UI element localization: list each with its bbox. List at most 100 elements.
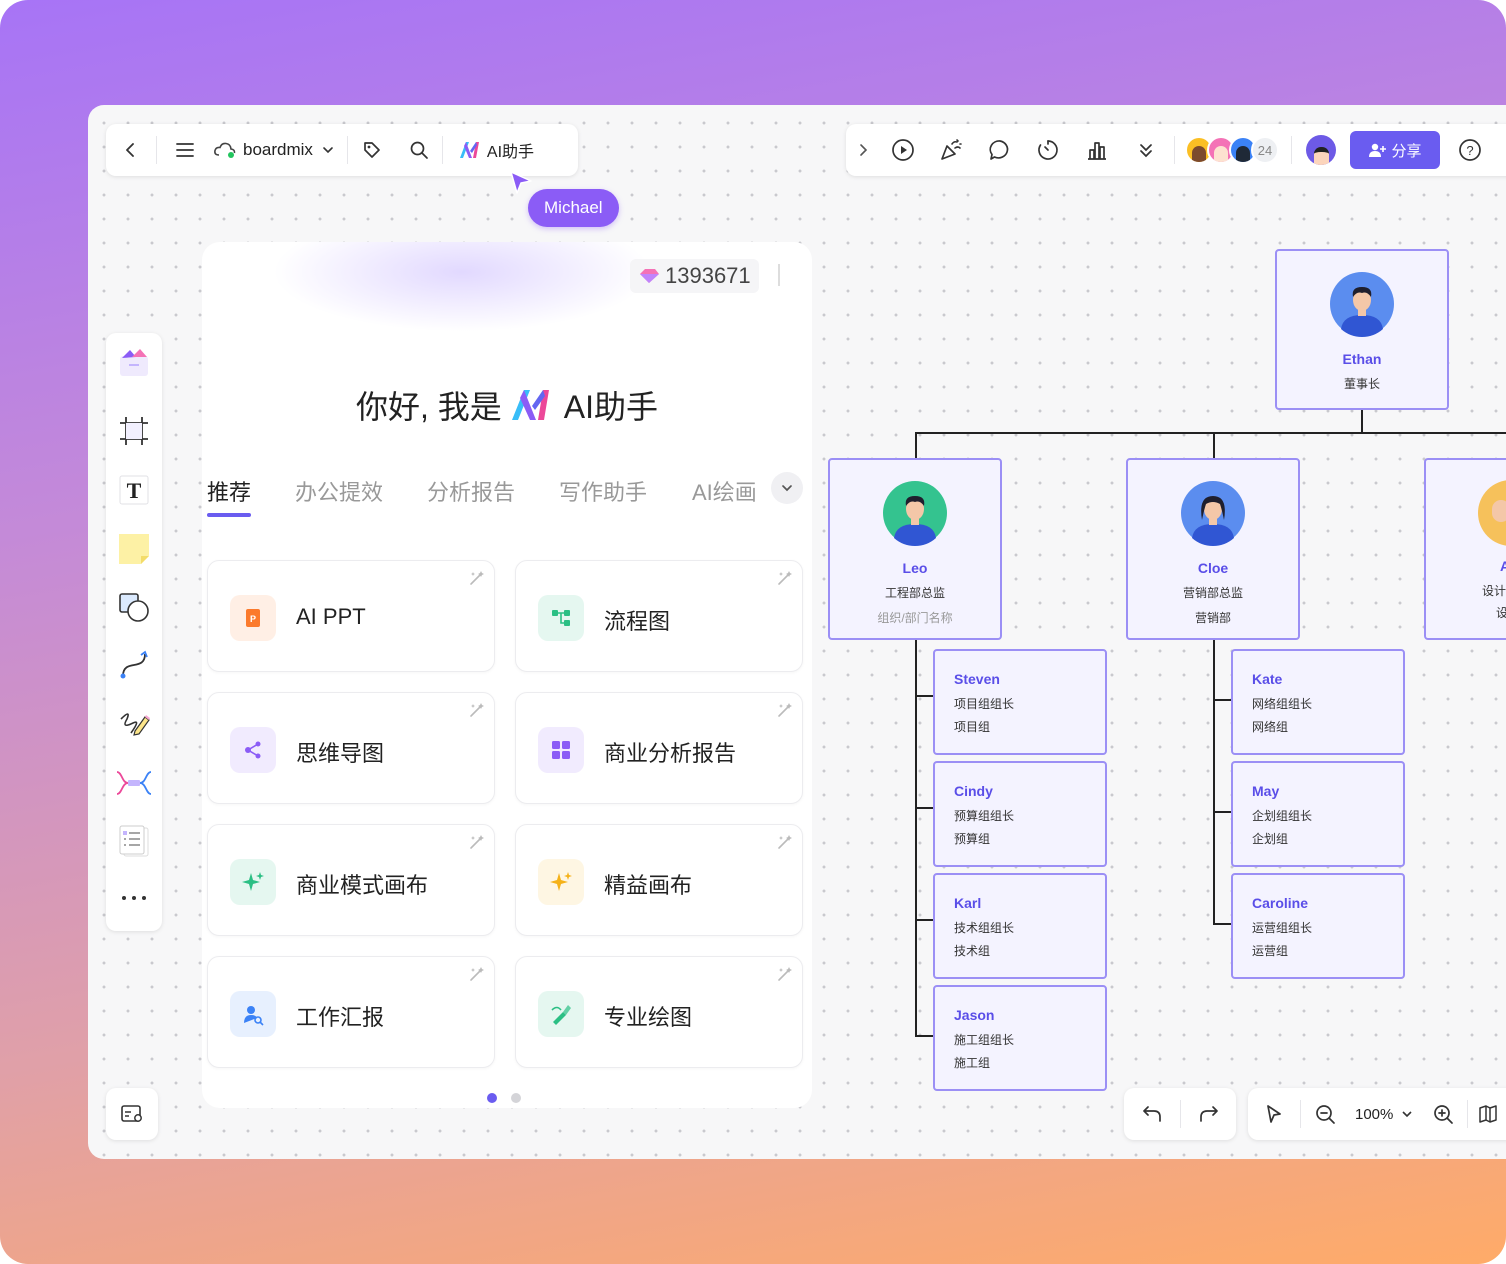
org-node-kate[interactable]: Kate 网络组组长 网络组 [1231,649,1405,755]
more-tools-menu[interactable] [106,876,162,920]
zoom-level-dropdown[interactable]: 100% [1349,1088,1419,1140]
page-dot[interactable] [511,1093,521,1103]
text-tool[interactable]: T [106,468,162,512]
credits-badge[interactable]: 1393671 [630,259,759,293]
sticky-note-tool[interactable] [106,527,162,571]
org-node-caroline[interactable]: Caroline 运营组组长 运营组 [1231,873,1405,979]
tag-button[interactable] [348,124,396,176]
connector-icon [120,650,148,679]
org-node-cindy[interactable]: Cindy 预算组组长 预算组 [933,761,1107,867]
org-node-partial[interactable]: A 设计设 [1424,458,1506,640]
tab-ai-painting[interactable]: AI绘画 [692,475,757,507]
collaborators-group[interactable]: 24 [1185,136,1279,164]
undo-button[interactable] [1124,1088,1180,1140]
zoom-out-button[interactable] [1301,1088,1349,1140]
tabs-expand-button[interactable] [771,472,803,504]
person-name: Kate [1252,671,1283,687]
connector-line [915,919,934,921]
my-avatar[interactable] [1306,135,1336,165]
org-node-ethan[interactable]: Ethan 董事长 [1275,249,1449,410]
file-name-dropdown[interactable]: boardmix [213,124,347,176]
frame-tool[interactable] [106,409,162,453]
help-button[interactable]: ? [1450,124,1490,176]
person-name: Steven [954,671,1000,687]
share-button[interactable]: 分享 [1350,131,1440,169]
divider [1291,136,1292,164]
card-icon-bg [230,991,276,1037]
org-node-karl[interactable]: Karl 技术组组长 技术组 [933,873,1107,979]
minimap-button[interactable] [106,1088,158,1140]
redo-button[interactable] [1181,1088,1236,1140]
card-flowchart[interactable]: 流程图 [515,560,803,672]
menu-button[interactable] [157,124,213,176]
tab-analysis[interactable]: 分析报告 [427,475,515,507]
select-tool-button[interactable] [1248,1088,1300,1140]
celebrate-button[interactable] [926,124,976,176]
card-work-report[interactable]: 工作汇报 [207,956,495,1068]
connector-line [1213,639,1215,925]
whiteboard-app[interactable]: boardmix AI助手 Michael 24 分享 ? T 1393671 … [88,105,1506,1159]
org-node-may[interactable]: May 企划组组长 企划组 [1231,761,1405,867]
collaborator-name: Michael [544,198,603,217]
org-node-cloe[interactable]: Cloe 营销部总监 营销部 [1126,458,1300,640]
template-icon [120,349,148,376]
sticky-note-icon [119,534,149,564]
card-icon-bg [230,859,276,905]
card-label: 商业模式画布 [296,873,429,898]
mindmap-tool[interactable] [106,761,162,805]
person-name: Jason [954,1007,995,1023]
ai-assistant-label: AI助手 [486,144,535,161]
connector-line [1213,699,1232,701]
card-mindmap[interactable]: 思维导图 [207,692,495,804]
person-role: 预算组组长 [954,809,1015,823]
more-tools-button[interactable] [1122,124,1170,176]
card-icon-bg [538,991,584,1037]
tab-office[interactable]: 办公提效 [295,475,383,507]
card-business-model-canvas[interactable]: 商业模式画布 [207,824,495,936]
expand-button[interactable] [846,124,880,176]
add-user-icon [1369,143,1387,157]
org-node-jason[interactable]: Jason 施工组组长 施工组 [933,985,1107,1091]
tab-writing[interactable]: 写作助手 [559,475,647,507]
shape-tool[interactable] [106,585,162,629]
pen-tool[interactable] [106,702,162,746]
card-icon-bg [538,727,584,773]
magic-wand-icon [470,967,484,981]
org-node-leo[interactable]: Leo 工程部总监 组织/部门名称 [828,458,1002,640]
person-role: 工程部总监 [884,586,945,600]
person-role: 施工组组长 [954,1033,1015,1047]
tab-label: 办公提效 [295,480,384,505]
zoom-in-button[interactable] [1419,1088,1467,1140]
map-button[interactable] [1468,1088,1506,1140]
card-business-report[interactable]: 商业分析报告 [515,692,803,804]
present-button[interactable] [880,124,926,176]
connector-tool[interactable] [106,643,162,687]
comment-button[interactable] [976,124,1024,176]
timer-button[interactable] [1024,124,1072,176]
table-tool[interactable] [106,819,162,863]
panel-close-handle[interactable] [778,264,780,286]
person-role: 董事长 [1343,377,1380,391]
search-button[interactable] [396,124,442,176]
template-tool[interactable] [106,341,162,385]
svg-text:T: T [127,478,142,503]
vote-icon [1088,142,1106,160]
person-avatar-icon [1478,480,1506,546]
card-ai-ppt[interactable]: P AI PPT [207,560,495,672]
card-lean-canvas[interactable]: 精益画布 [515,824,803,936]
magic-wand-icon [778,703,792,717]
card-pro-drawing[interactable]: 专业绘图 [515,956,803,1068]
card-label: 思维导图 [296,741,385,766]
greeting-heading: 你好, 我是 AI助手 [202,382,812,428]
credits-value: 1393671 [665,263,751,288]
divider [1174,136,1175,164]
person-dept: 运营组 [1252,944,1289,958]
tab-recommend[interactable]: 推荐 [207,475,251,507]
person-name: Cloe [1197,560,1229,576]
org-node-steven[interactable]: Steven 项目组组长 项目组 [933,649,1107,755]
back-button[interactable] [106,124,156,176]
svg-text:P: P [250,614,256,624]
page-dot-active[interactable] [487,1093,497,1103]
zoom-bar: 100% [1248,1088,1506,1140]
vote-button[interactable] [1072,124,1122,176]
